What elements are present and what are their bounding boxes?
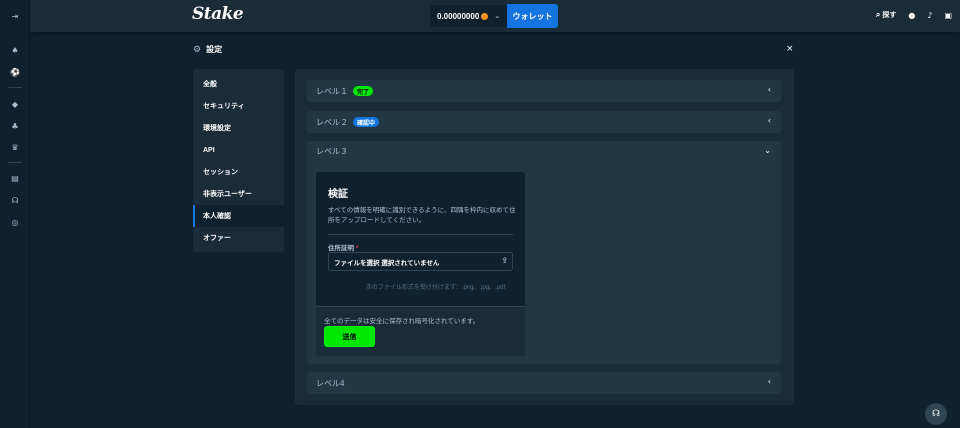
- gear-icon: ⚙: [193, 44, 202, 55]
- level-3-label: レベル３: [316, 147, 348, 156]
- search-icon: ⌕: [875, 10, 881, 19]
- level-3-row[interactable]: レベル３ ⌄: [307, 141, 781, 163]
- nav-item-sessions[interactable]: セッション: [193, 161, 284, 183]
- nav-item-general[interactable]: 全般: [193, 73, 284, 95]
- casino-icon[interactable]: ♠: [10, 45, 20, 55]
- chevron-down-icon: ⌄: [764, 146, 771, 155]
- required-mark: *: [355, 245, 359, 252]
- level-4-label: レベル4: [316, 378, 345, 388]
- affiliate-icon[interactable]: ♣: [10, 121, 20, 131]
- modal-title: ⚙ 設定: [193, 44, 222, 55]
- wallet-button[interactable]: ウォレット: [507, 4, 558, 28]
- proof-of-address-label: 住所証明 *: [328, 242, 358, 252]
- level-4-row[interactable]: レベル4 ‹: [307, 372, 781, 394]
- live-support-button[interactable]: ☊: [925, 403, 947, 425]
- nav-item-preferences[interactable]: 環境設定: [193, 117, 284, 139]
- language-icon[interactable]: ◎: [10, 217, 20, 227]
- close-icon[interactable]: ×: [786, 44, 794, 54]
- chevron-down-icon: ⌄: [494, 12, 501, 20]
- headset-icon: ☊: [932, 409, 940, 419]
- card-description: すべての情報を明確に識別できるように、四隅を枠内に収めて住所をアップロードしてく…: [328, 207, 516, 224]
- user-icon[interactable]: ●: [908, 11, 915, 20]
- collapse-icon[interactable]: ⇥: [10, 11, 20, 21]
- upload-icon: ⇪: [501, 256, 508, 265]
- verification-panel: レベル１ 完了 ‹ レベル２ 確認中 ‹ レベル３ ⌄ 検証 すべての情報を明確…: [295, 69, 794, 405]
- support-icon[interactable]: ☊: [10, 195, 20, 205]
- search-label: 探す: [882, 12, 897, 19]
- bell-icon[interactable]: ♪: [927, 11, 932, 20]
- top-bar: Stake 0.00000000 ⌄ ウォレット ⌕ 探す ● ♪ ▣: [30, 0, 960, 32]
- field-label-text: 住所証明: [328, 245, 354, 252]
- settings-nav: 全般 セキュリティ 環境設定 API セッション 非表示ユーザー 本人確認 オフ…: [193, 69, 284, 252]
- level-2-label: レベル２: [316, 117, 348, 127]
- nav-item-verification[interactable]: 本人確認: [193, 205, 284, 227]
- nav-item-security[interactable]: セキュリティ: [193, 95, 284, 117]
- card-title: 検証: [328, 189, 348, 200]
- settings-modal: ⚙ 設定 × 全般 セキュリティ 環境設定 API セッション 非表示ユーザー …: [176, 36, 806, 428]
- modal-title-text: 設定: [206, 45, 223, 54]
- status-badge: 確認中: [353, 117, 380, 127]
- level-2-row[interactable]: レベル２ 確認中 ‹: [307, 111, 781, 133]
- verification-card: 検証 すべての情報を明確に識別できるように、四隅を枠内に収めて住所をアップロード…: [316, 172, 525, 356]
- nav-item-api[interactable]: API: [193, 139, 284, 161]
- nav-item-offers[interactable]: オファー: [193, 227, 284, 249]
- status-badge: 完了: [353, 86, 374, 96]
- secure-notice: 全てのデータは安全に保存され暗号化されています。: [324, 318, 480, 325]
- nav-item-ignored-users[interactable]: 非表示ユーザー: [193, 183, 284, 205]
- chat-icon[interactable]: ▣: [944, 11, 952, 20]
- level-1-label: レベル１: [316, 86, 348, 96]
- stake-logo[interactable]: Stake: [192, 4, 244, 24]
- rail-divider: [8, 162, 22, 163]
- left-rail: ⇥ ♠ ⚽ ◆ ♣ ♛ ▤ ☊ ◎: [0, 0, 30, 428]
- accepted-formats: 次のファイル形式を受け付けます：.png、.jpg、.pdf: [365, 285, 506, 291]
- vip-icon[interactable]: ♛: [10, 142, 20, 152]
- level-3-content: 検証 すべての情報を明確に識別できるように、四隅を枠内に収めて住所をアップロード…: [307, 161, 781, 364]
- file-input-value: ファイルを選択 選択されていません: [334, 259, 440, 267]
- level-1-row[interactable]: レベル１ 完了 ‹: [307, 80, 781, 102]
- card-footer: 全てのデータは安全に保存され暗号化されています。 送信: [316, 306, 525, 356]
- rail-divider: [8, 87, 22, 88]
- chevron-left-icon: ‹: [767, 85, 771, 94]
- top-actions: ⌕ 探す ● ♪ ▣: [876, 10, 952, 20]
- file-upload-input[interactable]: ファイルを選択 選択されていません ⇪: [328, 252, 513, 271]
- balance-amount: 0.00000000: [437, 11, 480, 21]
- btc-coin-icon: [481, 12, 489, 20]
- promotions-icon[interactable]: ◆: [10, 99, 20, 109]
- divider: [328, 234, 513, 235]
- chevron-left-icon: ‹: [767, 377, 771, 386]
- sports-icon[interactable]: ⚽: [10, 67, 20, 77]
- chevron-left-icon: ‹: [767, 116, 771, 125]
- submit-button[interactable]: 送信: [324, 326, 375, 347]
- search-button[interactable]: ⌕ 探す: [876, 10, 896, 20]
- blog-icon[interactable]: ▤: [10, 173, 20, 183]
